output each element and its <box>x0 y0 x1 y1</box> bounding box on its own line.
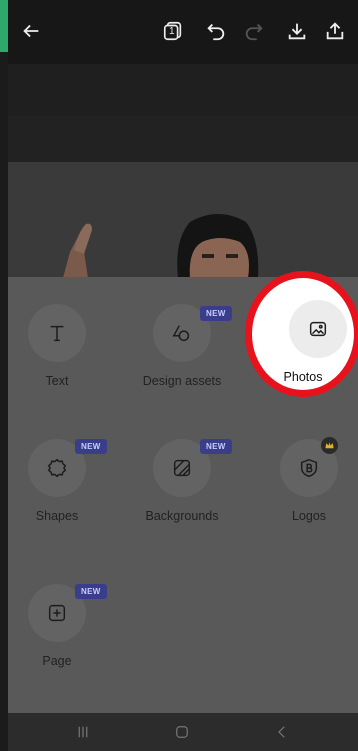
new-badge: NEW <box>75 584 107 599</box>
menu-item-label: Backgrounds <box>145 509 219 523</box>
photo-icon <box>289 300 347 358</box>
menu-item-design-assets[interactable]: NEW Design assets <box>127 304 237 388</box>
home-icon[interactable] <box>170 721 194 743</box>
menu-item-backgrounds[interactable]: NEW Backgrounds <box>127 439 237 523</box>
menu-item-page[interactable]: NEW Page <box>2 584 112 668</box>
new-badge: NEW <box>200 306 232 321</box>
menu-item-label: Shapes <box>35 509 79 523</box>
menu-item-label: Logos <box>291 509 327 523</box>
pages-count: 1 <box>169 26 175 37</box>
canvas-band <box>8 116 358 162</box>
design-canvas-photo[interactable] <box>8 162 358 278</box>
menu-item-label: Text <box>45 374 69 388</box>
menu-item-photos[interactable]: Photos <box>245 271 358 397</box>
system-nav-bar <box>8 713 358 751</box>
menu-item-logos[interactable]: Logos <box>254 437 358 523</box>
share-icon[interactable] <box>322 18 348 44</box>
text-icon <box>28 304 86 362</box>
menu-item-shapes[interactable]: NEW Shapes <box>2 439 112 523</box>
menu-item-label: Page <box>42 654 72 668</box>
menu-item-label: Design assets <box>142 374 222 388</box>
back-icon[interactable] <box>270 721 294 743</box>
undo-icon[interactable] <box>203 18 229 44</box>
new-badge: NEW <box>200 439 232 454</box>
pages-icon[interactable]: 1 <box>160 18 186 44</box>
download-icon[interactable] <box>284 18 310 44</box>
canvas-band-top <box>8 64 358 116</box>
recents-icon[interactable] <box>71 721 95 743</box>
back-arrow-icon[interactable] <box>18 18 44 44</box>
redo-icon[interactable] <box>241 18 267 44</box>
crown-icon <box>321 437 338 454</box>
menu-item-label: Photos <box>283 370 323 384</box>
new-badge: NEW <box>75 439 107 454</box>
top-toolbar: 1 <box>8 0 358 64</box>
menu-item-text[interactable]: Text <box>2 304 112 388</box>
